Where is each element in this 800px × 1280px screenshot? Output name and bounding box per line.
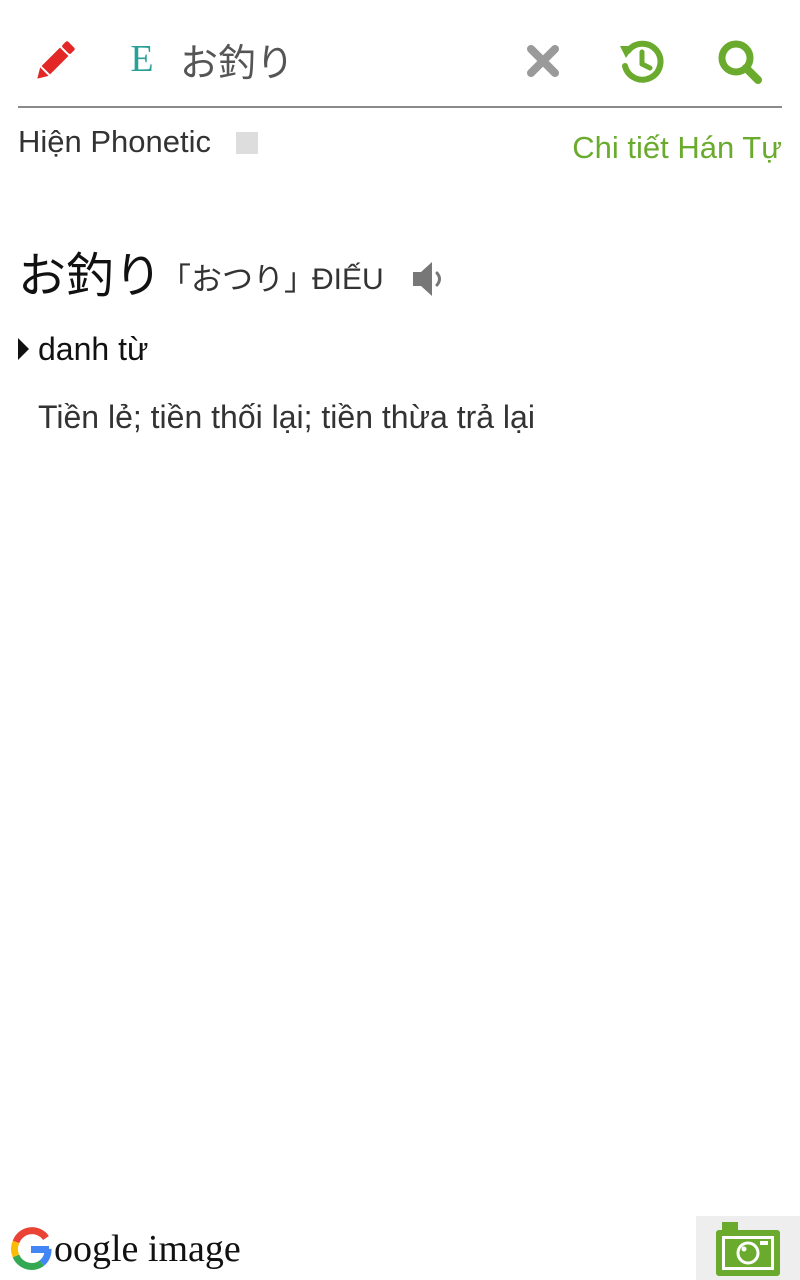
kanji-detail-link[interactable]: Chi tiết Hán Tự bbox=[572, 130, 782, 166]
history-button[interactable] bbox=[616, 36, 668, 88]
entry-meaning: Tiền lẻ; tiền thối lại; tiền thừa trả lạ… bbox=[38, 399, 535, 435]
search-bar: E bbox=[0, 0, 800, 108]
search-underline bbox=[18, 106, 782, 108]
search-icon bbox=[718, 40, 762, 84]
phonetic-label: Hiện Phonetic bbox=[18, 124, 212, 159]
search-button[interactable] bbox=[714, 36, 766, 88]
clear-button[interactable] bbox=[520, 38, 566, 84]
entry-han-viet: ĐIẾU bbox=[312, 263, 384, 296]
google-image-text: oogle image bbox=[54, 1228, 241, 1270]
camera-icon bbox=[716, 1222, 780, 1276]
part-of-speech: danh từ bbox=[38, 331, 149, 367]
speaker-button[interactable] bbox=[410, 258, 450, 300]
entry-reading: 「おつり」 bbox=[160, 262, 315, 298]
camera-button[interactable] bbox=[696, 1216, 800, 1280]
caret-right-icon bbox=[18, 338, 30, 360]
google-g-icon bbox=[11, 1227, 52, 1270]
history-icon bbox=[620, 40, 664, 83]
search-input[interactable] bbox=[180, 32, 500, 86]
phonetic-checkbox[interactable] bbox=[236, 132, 258, 154]
close-icon bbox=[527, 45, 559, 77]
language-toggle-button[interactable]: E bbox=[122, 36, 162, 82]
pencil-icon[interactable] bbox=[30, 36, 80, 86]
speaker-icon bbox=[413, 262, 441, 296]
entry-word: お釣り bbox=[18, 248, 163, 304]
